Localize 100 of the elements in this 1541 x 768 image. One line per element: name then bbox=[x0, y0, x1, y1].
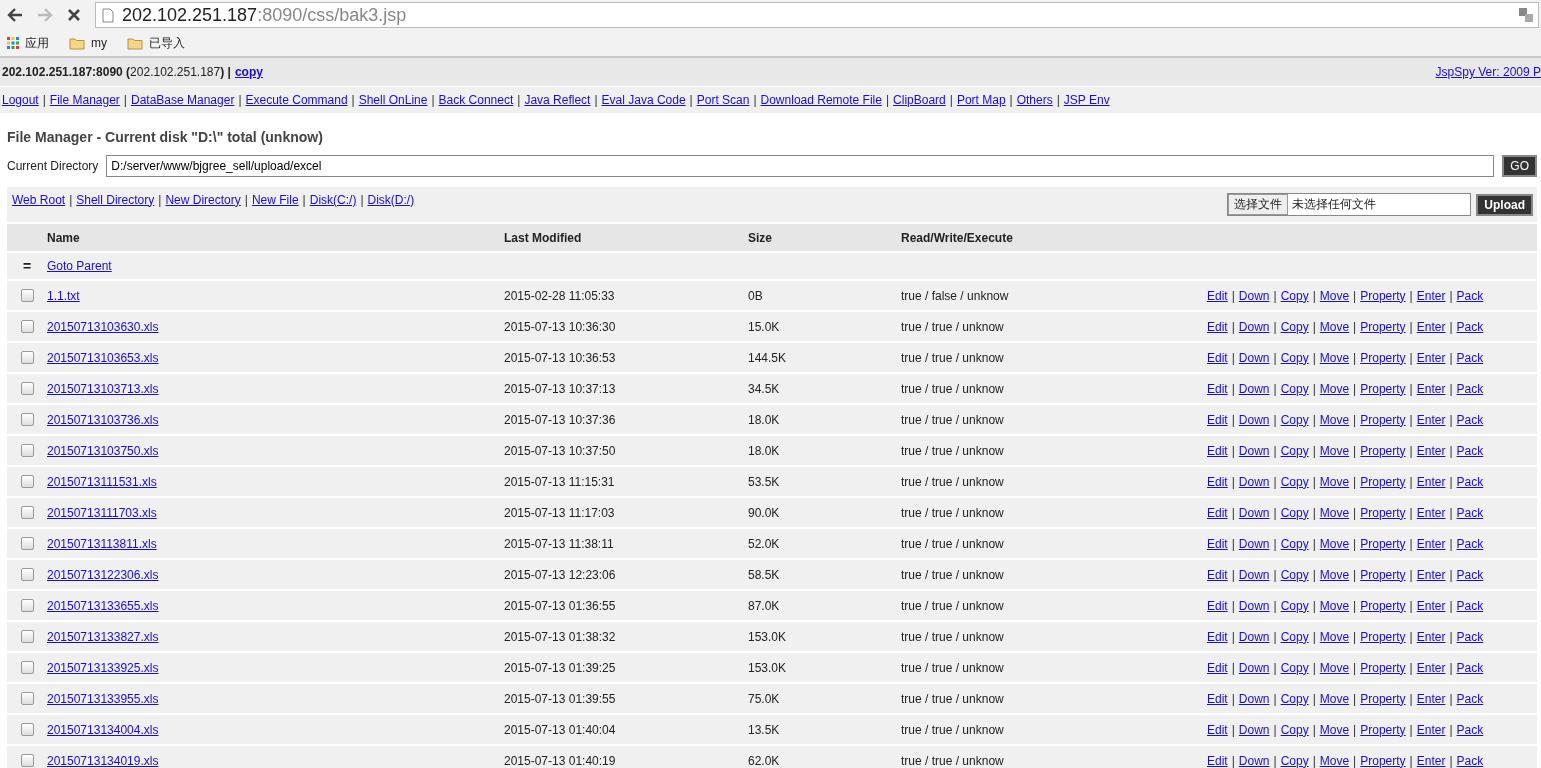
action-link[interactable]: Copy bbox=[1280, 536, 1309, 551]
tool-link[interactable]: Shell Directory bbox=[76, 192, 155, 207]
file-link[interactable]: 1.1.txt bbox=[47, 288, 80, 303]
action-link[interactable]: Enter bbox=[1416, 567, 1446, 582]
action-link[interactable]: Down bbox=[1238, 722, 1270, 737]
action-link[interactable]: Property bbox=[1360, 753, 1406, 768]
menu-link[interactable]: Logout bbox=[2, 93, 39, 107]
action-link[interactable]: Pack bbox=[1456, 319, 1484, 334]
action-link[interactable]: Move bbox=[1319, 288, 1350, 303]
menu-link[interactable]: Eval Java Code bbox=[601, 93, 686, 107]
action-link[interactable]: Enter bbox=[1416, 350, 1446, 365]
checkbox[interactable] bbox=[20, 351, 34, 364]
action-link[interactable]: Property bbox=[1360, 350, 1406, 365]
action-link[interactable]: Pack bbox=[1456, 474, 1484, 489]
checkbox[interactable] bbox=[20, 413, 34, 426]
action-link[interactable]: Pack bbox=[1456, 691, 1484, 706]
file-link[interactable]: 20150713103630.xls bbox=[47, 319, 159, 334]
action-link[interactable]: Move bbox=[1319, 443, 1350, 458]
bookmark-item[interactable]: my bbox=[66, 34, 110, 52]
forward-icon[interactable] bbox=[37, 8, 53, 22]
action-link[interactable]: Property bbox=[1360, 319, 1406, 334]
menu-link[interactable]: Shell OnLine bbox=[358, 93, 428, 107]
action-link[interactable]: Down bbox=[1238, 288, 1270, 303]
action-link[interactable]: Move bbox=[1319, 691, 1350, 706]
action-link[interactable]: Property bbox=[1360, 412, 1406, 427]
action-link[interactable]: Edit bbox=[1207, 319, 1228, 334]
action-link[interactable]: Edit bbox=[1207, 598, 1228, 613]
action-link[interactable]: Property bbox=[1360, 505, 1406, 520]
action-link[interactable]: Move bbox=[1319, 381, 1350, 396]
action-link[interactable]: Copy bbox=[1280, 753, 1309, 768]
action-link[interactable]: Move bbox=[1319, 350, 1350, 365]
action-link[interactable]: Copy bbox=[1280, 660, 1309, 675]
action-link[interactable]: Property bbox=[1360, 722, 1406, 737]
checkbox[interactable] bbox=[20, 599, 34, 612]
action-link[interactable]: Copy bbox=[1280, 412, 1309, 427]
file-link[interactable]: 20150713103653.xls bbox=[47, 350, 159, 365]
action-link[interactable]: Copy bbox=[1280, 381, 1309, 396]
file-link[interactable]: 20150713122306.xls bbox=[47, 567, 159, 582]
action-link[interactable]: Edit bbox=[1207, 381, 1228, 396]
parent-link[interactable]: Goto Parent bbox=[47, 259, 112, 273]
checkbox[interactable] bbox=[20, 444, 34, 457]
action-link[interactable]: Edit bbox=[1207, 567, 1228, 582]
action-link[interactable]: Copy bbox=[1280, 567, 1309, 582]
action-link[interactable]: Pack bbox=[1456, 629, 1484, 644]
directory-field[interactable]: D:/server/www/bjgree_sell/upload/excel bbox=[106, 155, 1495, 177]
action-link[interactable]: Pack bbox=[1456, 443, 1484, 458]
action-link[interactable]: Pack bbox=[1456, 722, 1484, 737]
checkbox[interactable] bbox=[20, 320, 34, 333]
action-link[interactable]: Move bbox=[1319, 536, 1350, 551]
action-link[interactable]: Enter bbox=[1416, 288, 1446, 303]
tool-link[interactable]: Disk(C:/) bbox=[309, 192, 357, 207]
action-link[interactable]: Edit bbox=[1207, 753, 1228, 768]
action-link[interactable]: Down bbox=[1238, 660, 1270, 675]
menu-link[interactable]: Download Remote File bbox=[760, 93, 882, 107]
action-link[interactable]: Down bbox=[1238, 443, 1270, 458]
menu-link[interactable]: Java Reflect bbox=[524, 93, 591, 107]
action-link[interactable]: Pack bbox=[1456, 288, 1484, 303]
file-link[interactable]: 20150713133827.xls bbox=[47, 629, 159, 644]
checkbox[interactable] bbox=[20, 289, 34, 302]
action-link[interactable]: Edit bbox=[1207, 629, 1228, 644]
action-link[interactable]: Enter bbox=[1416, 474, 1446, 489]
action-link[interactable]: Edit bbox=[1207, 350, 1228, 365]
action-link[interactable]: Move bbox=[1319, 412, 1350, 427]
action-link[interactable]: Enter bbox=[1416, 381, 1446, 396]
menu-link[interactable]: ClipBoard bbox=[893, 93, 946, 107]
file-link[interactable]: 20150713133955.xls bbox=[47, 691, 159, 706]
action-link[interactable]: Enter bbox=[1416, 722, 1446, 737]
action-link[interactable]: Edit bbox=[1207, 691, 1228, 706]
version-link[interactable]: JspSpy Ver: 2009 P bbox=[1435, 65, 1541, 79]
checkbox[interactable] bbox=[20, 692, 34, 705]
action-link[interactable]: Move bbox=[1319, 722, 1350, 737]
tool-link[interactable]: New Directory bbox=[165, 192, 241, 207]
file-link[interactable]: 20150713103750.xls bbox=[47, 443, 159, 458]
action-link[interactable]: Property bbox=[1360, 288, 1406, 303]
action-link[interactable]: Down bbox=[1238, 350, 1270, 365]
bookmark-item[interactable]: 应用 bbox=[4, 32, 52, 54]
file-link[interactable]: 20150713113811.xls bbox=[47, 536, 157, 551]
menu-link[interactable]: File Manager bbox=[49, 93, 120, 107]
choose-file-button[interactable]: 选择文件 bbox=[1228, 194, 1289, 215]
action-link[interactable]: Property bbox=[1360, 660, 1406, 675]
file-link[interactable]: 20150713111531.xls bbox=[47, 474, 157, 489]
action-link[interactable]: Property bbox=[1360, 443, 1406, 458]
checkbox[interactable] bbox=[20, 568, 34, 581]
action-link[interactable]: Property bbox=[1360, 474, 1406, 489]
action-link[interactable]: Move bbox=[1319, 629, 1350, 644]
checkbox[interactable] bbox=[20, 382, 34, 395]
action-link[interactable]: Property bbox=[1360, 567, 1406, 582]
action-link[interactable]: Pack bbox=[1456, 536, 1484, 551]
action-link[interactable]: Pack bbox=[1456, 660, 1484, 675]
file-link[interactable]: 20150713134019.xls bbox=[47, 753, 159, 768]
action-link[interactable]: Pack bbox=[1456, 350, 1484, 365]
action-link[interactable]: Down bbox=[1238, 629, 1270, 644]
action-link[interactable]: Enter bbox=[1416, 691, 1446, 706]
tool-link[interactable]: New File bbox=[251, 192, 299, 207]
bookmark-item[interactable]: 已导入 bbox=[124, 32, 188, 54]
file-link[interactable]: 20150713134004.xls bbox=[47, 722, 159, 737]
checkbox[interactable] bbox=[20, 723, 34, 736]
action-link[interactable]: Move bbox=[1319, 319, 1350, 334]
action-link[interactable]: Down bbox=[1238, 505, 1270, 520]
action-link[interactable]: Move bbox=[1319, 753, 1350, 768]
